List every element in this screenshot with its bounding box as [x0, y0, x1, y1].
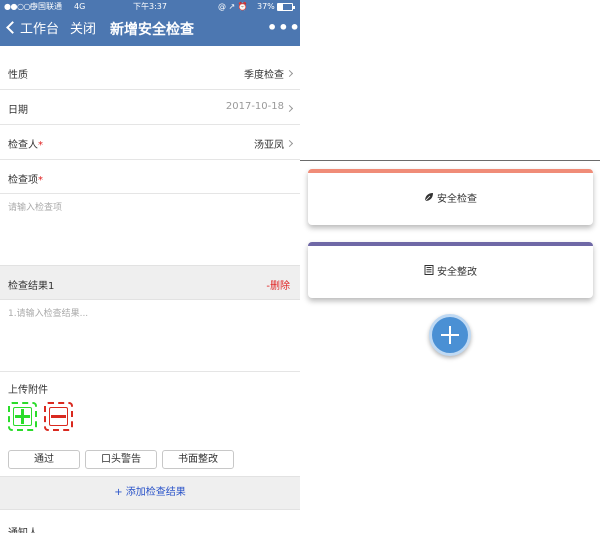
nature-row[interactable]: 性质 季度检查: [0, 55, 300, 90]
chevron-left-icon: [6, 21, 19, 34]
chevron-right-icon: [285, 104, 294, 113]
written-rectification-button[interactable]: 书面整改: [162, 450, 234, 469]
safety-rectification-label: 安全整改: [437, 266, 477, 278]
date-label: 日期: [8, 105, 28, 116]
page-title: 新增安全检查: [110, 22, 194, 38]
items-placeholder: 请输入检查项: [8, 203, 63, 213]
safety-check-label: 安全检查: [437, 193, 477, 205]
result-placeholder: 1.请输入检查结果...: [8, 309, 89, 319]
list-icon: [424, 265, 434, 275]
back-button[interactable]: 工作台: [6, 21, 60, 39]
remove-attachment-icon[interactable]: [44, 402, 73, 431]
notify-label: 通知人: [8, 524, 38, 533]
status-icons: @ ↗ ⏰: [218, 2, 248, 11]
carrier-name: 中国联通: [30, 2, 62, 11]
result-input[interactable]: 1.请输入检查结果...: [0, 300, 300, 372]
items-input[interactable]: 请输入检查项: [0, 194, 300, 265]
status-time: 下午3:37: [133, 2, 167, 11]
close-button[interactable]: 关闭: [70, 21, 96, 39]
items-row: 检查项*: [0, 160, 300, 194]
battery-icon: [277, 3, 295, 11]
mobile-form-screen: ●●○○○ 中国联通 4G 下午3:37 @ ↗ ⏰ 37% 工作台 关闭 新增…: [0, 0, 300, 533]
network-type: 4G: [74, 2, 86, 11]
verbal-warning-button[interactable]: 口头警告: [85, 450, 157, 469]
create-menu-screen: 安全检查 安全整改: [300, 0, 600, 533]
nav-bar: 工作台 关闭 新增安全检查 •••: [0, 14, 300, 46]
required-mark: *: [38, 140, 43, 151]
add-attachment-icon[interactable]: [8, 402, 37, 431]
inspector-label: 检查人*: [8, 140, 43, 151]
chevron-right-icon: [285, 69, 294, 78]
pass-button[interactable]: 通过: [8, 450, 80, 469]
back-label: 工作台: [20, 22, 60, 37]
items-label: 检查项*: [8, 175, 43, 186]
divider: [300, 160, 600, 161]
leaf-icon: [424, 192, 434, 202]
status-bar: ●●○○○ 中国联通 4G 下午3:37 @ ↗ ⏰ 37%: [0, 0, 300, 14]
upload-label: 上传附件: [8, 385, 48, 396]
date-row[interactable]: 日期 2017-10-18: [0, 90, 300, 125]
result-header: 检查结果1 -删除: [0, 265, 300, 300]
chevron-right-icon: [285, 139, 294, 148]
nature-label: 性质: [8, 70, 28, 81]
safety-check-card[interactable]: 安全检查: [308, 169, 593, 225]
delete-result-button[interactable]: -删除: [266, 277, 290, 292]
battery-percent: 37%: [257, 2, 275, 11]
add-result-button[interactable]: + 添加检查结果: [0, 476, 300, 510]
safety-rectification-card[interactable]: 安全整改: [308, 242, 593, 298]
result-title: 检查结果1: [8, 281, 55, 292]
inspector-value: 汤亚凤: [254, 140, 284, 151]
date-value: 2017-10-18: [225, 101, 284, 112]
inspector-row[interactable]: 检查人* 汤亚凤: [0, 125, 300, 160]
plus-icon[interactable]: [429, 314, 471, 356]
more-menu-icon[interactable]: •••: [267, 18, 300, 38]
required-mark: *: [38, 175, 43, 186]
nature-value: 季度检查: [244, 70, 284, 81]
